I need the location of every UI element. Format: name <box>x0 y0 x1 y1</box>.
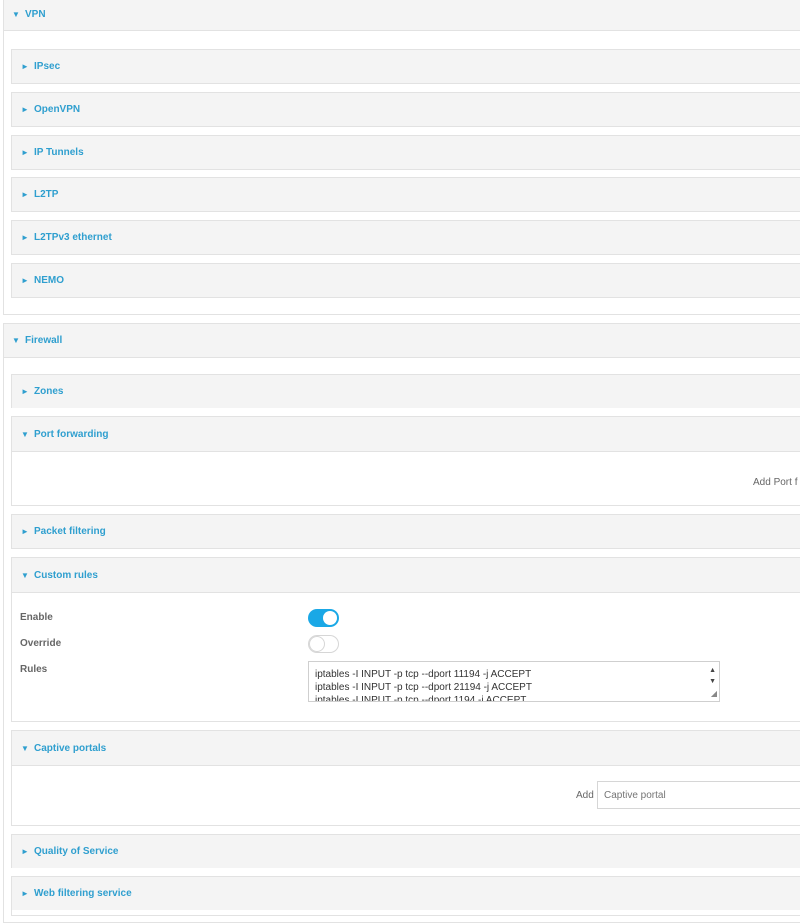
captive-portals-panel: ▼ Captive portals Add <box>11 730 800 826</box>
chevron-down-icon: ▼ <box>21 743 29 753</box>
chevron-right-icon: ► <box>21 105 29 114</box>
chevron-right-icon: ► <box>21 889 29 898</box>
chevron-right-icon: ► <box>21 233 29 242</box>
add-label: Add <box>576 790 594 801</box>
resize-handle-icon[interactable]: ◢ <box>711 687 717 700</box>
chevron-right-icon: ► <box>21 387 29 396</box>
web-filtering-panel[interactable]: ► Web filtering service <box>11 876 800 916</box>
toggle-knob <box>323 611 337 625</box>
toggle-knob <box>309 636 325 652</box>
rules-line: iptables -I INPUT -p tcp --dport 1194 -j… <box>315 695 527 702</box>
openvpn-header[interactable]: ► OpenVPN <box>12 93 800 126</box>
port-forwarding-title: Port forwarding <box>34 428 109 440</box>
port-forwarding-panel: ▼ Port forwarding Add Port f <box>11 416 800 506</box>
packet-filtering-title: Packet filtering <box>34 526 106 537</box>
ipsec-title: IPsec <box>34 61 61 72</box>
openvpn-panel[interactable]: ► OpenVPN <box>11 92 800 127</box>
chevron-down-icon: ▼ <box>21 429 29 439</box>
custom-rules-header[interactable]: ▼ Custom rules <box>12 558 800 593</box>
ipsec-header[interactable]: ► IPsec <box>12 50 800 83</box>
port-forwarding-header[interactable]: ▼ Port forwarding <box>12 417 800 452</box>
l2tpv3-panel[interactable]: ► L2TPv3 ethernet <box>11 220 800 255</box>
captive-portals-title: Captive portals <box>34 742 107 754</box>
chevron-right-icon: ► <box>21 527 29 536</box>
captive-portals-header[interactable]: ▼ Captive portals <box>12 731 800 766</box>
nemo-panel[interactable]: ► NEMO <box>11 263 800 298</box>
web-filtering-title: Web filtering service <box>34 888 132 899</box>
chevron-down-icon: ▼ <box>21 570 29 580</box>
override-toggle[interactable] <box>308 635 339 653</box>
openvpn-title: OpenVPN <box>34 104 81 115</box>
web-filtering-header[interactable]: ► Web filtering service <box>12 877 800 910</box>
ip-tunnels-title: IP Tunnels <box>34 147 84 158</box>
qos-panel[interactable]: ► Quality of Service <box>11 834 800 868</box>
nemo-title: NEMO <box>34 275 64 286</box>
rules-label: Rules <box>20 664 48 675</box>
captive-portal-name-input[interactable] <box>597 781 800 809</box>
ip-tunnels-header[interactable]: ► IP Tunnels <box>12 136 800 169</box>
zones-title: Zones <box>34 386 64 397</box>
zones-header[interactable]: ► Zones <box>12 375 800 408</box>
packet-filtering-panel[interactable]: ► Packet filtering <box>11 514 800 549</box>
enable-label: Enable <box>20 612 53 623</box>
chevron-right-icon: ► <box>21 190 29 199</box>
rules-line: iptables -I INPUT -p tcp --dport 11194 -… <box>315 669 532 680</box>
packet-filtering-header[interactable]: ► Packet filtering <box>12 515 800 548</box>
qos-header[interactable]: ► Quality of Service <box>12 835 800 868</box>
firewall-header[interactable]: ▼ Firewall <box>4 324 800 358</box>
chevron-right-icon: ► <box>21 276 29 285</box>
qos-title: Quality of Service <box>34 846 119 857</box>
l2tp-title: L2TP <box>34 189 59 200</box>
rules-textarea[interactable]: iptables -I INPUT -p tcp --dport 11194 -… <box>308 661 720 702</box>
ipsec-panel[interactable]: ► IPsec <box>11 49 800 84</box>
rules-line: iptables -I INPUT -p tcp --dport 21194 -… <box>315 682 532 693</box>
chevron-right-icon: ► <box>21 847 29 856</box>
custom-rules-panel: ▼ Custom rules Enable Override Rules ipt… <box>11 557 800 722</box>
l2tp-panel[interactable]: ► L2TP <box>11 177 800 212</box>
vpn-title: VPN <box>25 9 46 20</box>
custom-rules-title: Custom rules <box>34 569 98 581</box>
chevron-right-icon: ► <box>21 148 29 157</box>
override-label: Override <box>20 638 62 649</box>
l2tp-header[interactable]: ► L2TP <box>12 178 800 211</box>
enable-toggle[interactable] <box>308 609 339 627</box>
chevron-down-icon: ▼ <box>12 336 20 345</box>
firewall-title: Firewall <box>25 335 63 346</box>
nemo-header[interactable]: ► NEMO <box>12 264 800 297</box>
l2tpv3-title: L2TPv3 ethernet <box>34 232 112 243</box>
chevron-down-icon: ▼ <box>12 10 20 19</box>
vpn-header[interactable]: ▼ VPN <box>4 0 800 31</box>
add-port-forwarding-button[interactable]: Add Port f <box>753 477 797 488</box>
ip-tunnels-panel[interactable]: ► IP Tunnels <box>11 135 800 170</box>
zones-panel[interactable]: ► Zones <box>11 374 800 408</box>
l2tpv3-header[interactable]: ► L2TPv3 ethernet <box>12 221 800 254</box>
chevron-right-icon: ► <box>21 62 29 71</box>
